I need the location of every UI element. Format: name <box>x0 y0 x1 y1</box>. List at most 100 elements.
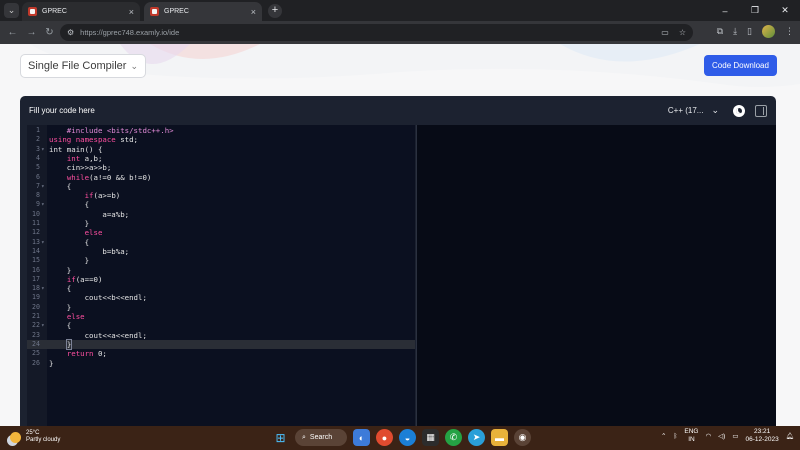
code-line[interactable]: 14 b=b%a; <box>27 247 415 256</box>
new-tab-button[interactable]: + <box>268 4 282 18</box>
line-number: 26 <box>32 358 40 367</box>
widgets-app-icon[interactable]: ◐ <box>353 429 370 446</box>
code-line[interactable]: 18 ▾ { <box>27 284 415 293</box>
code-line[interactable]: 13 ▾ { <box>27 238 415 247</box>
whatsapp-app-icon[interactable]: ✆ <box>445 429 462 446</box>
url-text[interactable]: https://gprec748.examly.io/ide <box>80 28 651 37</box>
side-panel-icon[interactable]: ▯ <box>747 26 752 37</box>
theme-toggle-moon-icon[interactable] <box>733 104 745 117</box>
browser-tab-1[interactable]: GPREC × <box>22 2 140 21</box>
tray-chevron-up-icon[interactable]: ⌃ <box>661 432 666 440</box>
browser-tab-2[interactable]: GPREC × <box>144 2 262 21</box>
code-line[interactable]: 1 #include <bits/stdc++.h> <box>27 126 415 135</box>
extensions-icon[interactable]: ⧉ <box>717 26 723 37</box>
fold-arrow-icon[interactable]: ▾ <box>41 284 45 293</box>
profile-avatar[interactable] <box>762 25 775 38</box>
chevron-down-icon: ⌄ <box>711 105 719 115</box>
code-line[interactable]: 25 return 0; <box>27 349 415 358</box>
download-icon[interactable]: ⤓ <box>733 26 737 37</box>
code-text: } <box>49 302 72 312</box>
address-bar[interactable]: ⚙ https://gprec748.examly.io/ide ▭ ☆ <box>60 24 693 41</box>
notification-bell-icon[interactable]: 🔔︎ <box>786 432 794 440</box>
input-language[interactable]: ENG IN <box>684 428 698 444</box>
taskbar-search[interactable]: ⌕ Search <box>295 429 347 446</box>
chevron-down-icon: ⌄ <box>130 60 138 71</box>
file-explorer-icon[interactable]: ▬ <box>491 429 508 446</box>
language-line-2: IN <box>688 436 695 443</box>
menu-icon[interactable]: ⋮ <box>785 26 794 37</box>
code-line[interactable]: 16 } <box>27 266 415 275</box>
code-line[interactable]: 10 a=a%b; <box>27 210 415 219</box>
code-text: cin>>a>>b; <box>49 163 112 173</box>
toggle-panel-icon[interactable] <box>755 104 767 117</box>
code-line[interactable]: 9 ▾ { <box>27 200 415 209</box>
code-download-button[interactable]: Code Download <box>704 55 777 76</box>
fold-arrow-icon[interactable]: ▾ <box>41 321 45 330</box>
code-line[interactable]: 7 ▾ { <box>27 182 415 191</box>
language-value: C++ (17... <box>667 106 704 115</box>
compiler-mode-select[interactable]: Single File Compiler ⌄ <box>20 54 146 78</box>
code-line[interactable]: 3 ▾ int main() { <box>27 145 415 154</box>
clock-date: 06-12-2023 <box>745 436 779 443</box>
tab-close-icon[interactable]: × <box>251 7 256 17</box>
fold-arrow-icon[interactable]: ▾ <box>41 182 45 191</box>
code-line[interactable]: 5 cin>>a>>b; <box>27 163 415 172</box>
cast-icon[interactable]: ▭ <box>661 28 669 37</box>
language-select[interactable]: C++ (17... ⌄ <box>668 105 719 116</box>
chrome-app-icon[interactable]: ● <box>376 429 393 446</box>
store-app-icon[interactable]: ▦ <box>422 429 439 446</box>
code-line[interactable]: 21 else <box>27 312 415 321</box>
line-number: 7 <box>36 181 40 190</box>
bluetooth-icon[interactable]: ᛒ <box>673 433 677 440</box>
fold-arrow-icon[interactable]: ▾ <box>41 200 45 209</box>
start-windows-icon[interactable]: ⊞ <box>272 429 289 446</box>
code-line[interactable]: 22 ▾ { <box>27 321 415 330</box>
chrome-active-app-icon[interactable]: ◉ <box>514 429 531 446</box>
close-window-button[interactable]: ✕ <box>770 0 800 21</box>
code-line[interactable]: 11 } <box>27 219 415 228</box>
minimize-button[interactable]: – <box>710 0 740 21</box>
code-line[interactable]: 4 int a,b; <box>27 154 415 163</box>
browser-toolbar: ← → ↻ ⚙ https://gprec748.examly.io/ide ▭… <box>0 21 800 44</box>
weather-widget[interactable]: 25°C Partly cloudy <box>10 430 60 444</box>
tab-close-icon[interactable]: × <box>129 7 134 17</box>
code-line[interactable]: 2 using namespace std; <box>27 135 415 144</box>
line-number: 13 <box>32 237 40 246</box>
gprec-favicon-icon <box>150 7 159 16</box>
site-settings-icon[interactable]: ⚙ <box>67 28 74 37</box>
code-line[interactable]: 24 } <box>27 338 415 350</box>
code-line[interactable]: 23 cout<<a<<endl; <box>27 331 415 340</box>
line-number: 3 <box>36 144 40 153</box>
code-text: else <box>84 228 103 238</box>
fold-arrow-icon[interactable]: ▾ <box>41 145 45 154</box>
code-line[interactable]: 12 else <box>27 228 415 237</box>
reload-icon[interactable]: ↻ <box>43 26 56 39</box>
line-number: 5 <box>36 163 40 172</box>
code-editor[interactable]: 1 #include <bits/stdc++.h> 2 using namespa… <box>27 125 415 426</box>
code-line[interactable]: 20 } <box>27 303 415 312</box>
code-line[interactable]: 19 cout<<b<<endl; <box>27 293 415 302</box>
edge-app-icon[interactable]: ◒ <box>399 429 416 446</box>
code-line[interactable]: 8 if(a>=b) <box>27 191 415 200</box>
code-line[interactable]: 26} <box>27 359 415 368</box>
weather-desc: Partly cloudy <box>26 437 61 443</box>
line-number: 11 <box>32 219 40 227</box>
volume-icon[interactable]: ◁) <box>718 432 725 440</box>
language-line-1: ENG <box>684 428 699 435</box>
code-text: cout<<b<<endl; <box>49 293 147 303</box>
bookmark-star-icon[interactable]: ☆ <box>679 28 686 37</box>
system-tray: ⌃ ᛒ ENG IN ◠ ◁) ▭ 23:21 06-12-2023 🔔︎ <box>661 428 794 444</box>
code-line[interactable]: 6 while(a!=0 && b!=0) <box>27 173 415 182</box>
battery-icon[interactable]: ▭ <box>732 432 738 440</box>
fold-arrow-icon[interactable]: ▾ <box>41 238 45 247</box>
forward-arrow-icon[interactable]: → <box>25 26 38 39</box>
code-line[interactable]: 17 if(a==0) <box>27 275 415 284</box>
windows-taskbar: 25°C Partly cloudy ⊞ ⌕ Search ◐ ● ◒ ▦ ✆ … <box>0 426 800 450</box>
maximize-button[interactable]: ❐ <box>740 0 770 21</box>
telegram-app-icon[interactable]: ➤ <box>468 429 485 446</box>
back-arrow-icon[interactable]: ← <box>6 26 19 39</box>
code-line[interactable]: 15 } <box>27 256 415 265</box>
wifi-icon[interactable]: ◠ <box>705 432 711 440</box>
tab-search-icon[interactable]: ⌄ <box>4 3 19 18</box>
clock[interactable]: 23:21 06-12-2023 <box>745 428 778 444</box>
